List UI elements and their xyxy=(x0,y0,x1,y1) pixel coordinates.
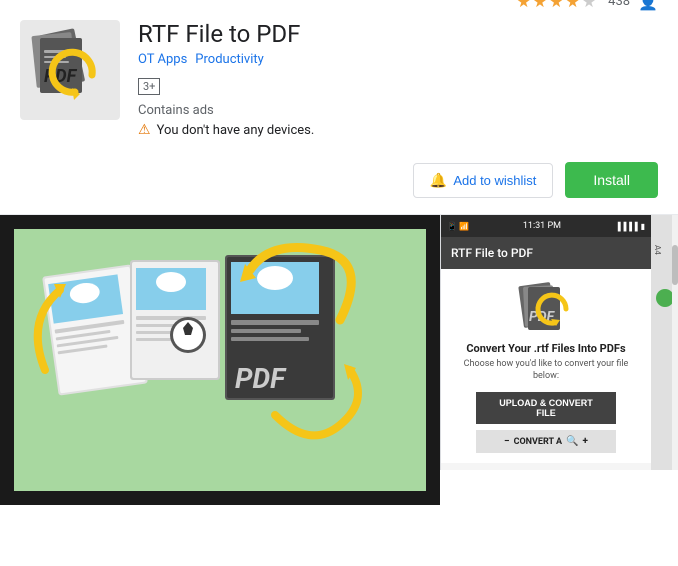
install-button[interactable]: Install xyxy=(565,162,658,198)
phone-app-bar: RTF File to PDF xyxy=(441,237,651,269)
phone-content: PDF Convert Your .rtf Files Into PDFs Ch… xyxy=(441,269,651,463)
scroll-thumb[interactable] xyxy=(672,245,678,285)
convert-label: CONVERT A xyxy=(514,437,563,447)
wishlist-label: Add to wishlist xyxy=(453,173,536,188)
zoom-plus-icon: + xyxy=(583,436,588,447)
app-authors: OT Apps Productivity xyxy=(138,52,658,67)
action-row: 🔔 Add to wishlist Install xyxy=(0,154,678,214)
phone-pdf-icon: PDF xyxy=(516,279,576,334)
status-icons-left: 📱📶 xyxy=(447,222,469,231)
convert-button[interactable]: − CONVERT A 🔍 + xyxy=(476,430,616,453)
warning-text: You don't have any devices. xyxy=(157,123,315,138)
age-badge: 3+ xyxy=(138,78,160,95)
screenshots-section: PDF 📱📶 11 xyxy=(0,214,678,504)
bookmark-icon: 🔔 xyxy=(430,172,447,189)
phone-subtext: Choose how you'd like to convert your fi… xyxy=(451,359,641,382)
svg-text:PDF: PDF xyxy=(235,362,287,395)
author-link[interactable]: OT Apps xyxy=(138,52,187,67)
app-header: PDF ★ ★ ★ ★ ★ 438 👤 RTF File to PDF O xyxy=(0,0,678,154)
phone-frame: 📱📶 11:31 PM ▐▐▐▐ ▮ RTF File to PDF xyxy=(441,215,651,470)
phone-heading: Convert Your .rtf Files Into PDFs xyxy=(466,342,625,355)
app-meta-right: ★ ★ ★ ★ ★ 438 👤 xyxy=(516,0,658,11)
zoom-icon: 🔍 xyxy=(566,436,578,447)
star-3: ★ xyxy=(549,0,563,11)
scroll-track[interactable] xyxy=(672,215,678,470)
phone-status-bar: 📱📶 11:31 PM ▐▐▐▐ ▮ xyxy=(441,215,651,237)
screenshot-phone[interactable]: 📱📶 11:31 PM ▐▐▐▐ ▮ RTF File to PDF xyxy=(440,215,650,470)
rating-count: 438 xyxy=(608,0,630,9)
status-icons-right: ▐▐▐▐ ▮ xyxy=(615,222,645,231)
star-1: ★ xyxy=(516,0,530,11)
star-2: ★ xyxy=(533,0,547,11)
app-info: ★ ★ ★ ★ ★ 438 👤 RTF File to PDF OT Apps … xyxy=(138,20,658,138)
star-rating: ★ ★ ★ ★ ★ xyxy=(516,0,596,11)
screenshot-main-inner: PDF xyxy=(14,229,426,491)
contains-ads: Contains ads xyxy=(138,103,658,118)
zoom-minus-icon: − xyxy=(504,436,510,447)
screenshots-wrapper: 📱📶 11:31 PM ▐▐▐▐ ▮ RTF File to PDF xyxy=(440,215,678,504)
app-title: RTF File to PDF xyxy=(138,20,658,48)
wishlist-button[interactable]: 🔔 Add to wishlist xyxy=(413,163,554,198)
screenshot-main[interactable]: PDF xyxy=(0,215,440,505)
warning-row: ⚠ You don't have any devices. xyxy=(138,122,658,138)
star-5: ★ xyxy=(582,0,596,11)
star-4: ★ xyxy=(565,0,579,11)
app-icon: PDF xyxy=(20,20,120,120)
category-link[interactable]: Productivity xyxy=(195,52,263,67)
status-time: 11:31 PM xyxy=(523,221,561,231)
person-icon: 👤 xyxy=(638,0,658,11)
phone-app-bar-title: RTF File to PDF xyxy=(451,246,533,260)
upload-convert-button[interactable]: UPLOAD & CONVERT FILE xyxy=(476,392,616,424)
warning-icon: ⚠ xyxy=(138,122,151,138)
